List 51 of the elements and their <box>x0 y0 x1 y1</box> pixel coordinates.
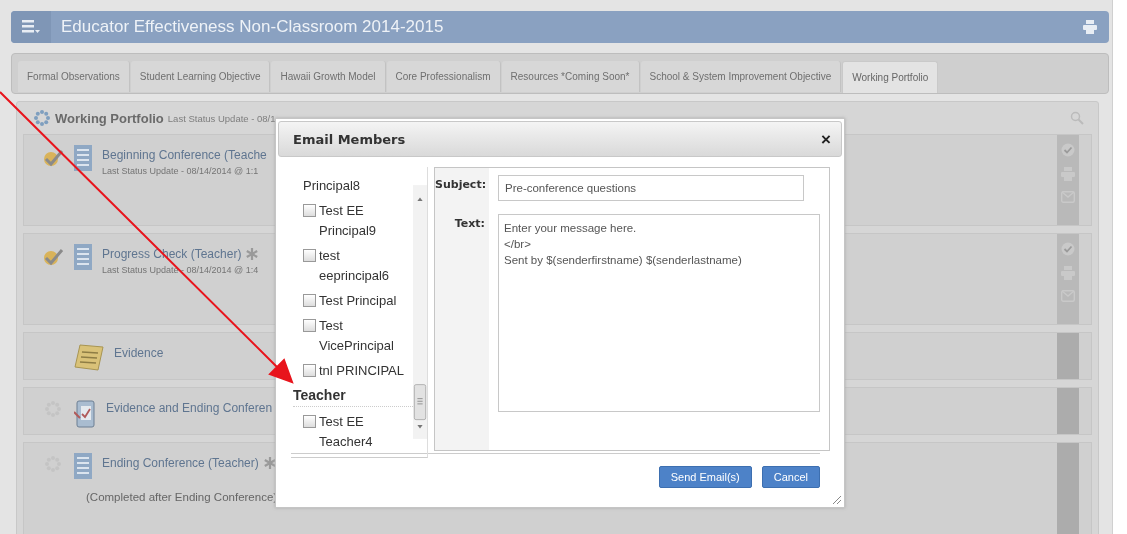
checkbox[interactable] <box>303 364 316 377</box>
item-title[interactable]: Beginning Conference (Teache <box>102 148 267 162</box>
item-note: (Completed after Ending Conference) <box>86 491 278 503</box>
page-title: Educator Effectiveness Non-Classroom 2014-2015 <box>60 17 445 37</box>
menu-button[interactable] <box>11 11 51 43</box>
tab[interactable]: Student Learning Objective <box>130 61 271 92</box>
check-circle-icon[interactable] <box>1061 143 1075 157</box>
tab[interactable]: Hawaii Growth Model <box>271 61 386 92</box>
notepad-icon <box>74 343 104 371</box>
item-title[interactable]: Ending Conference (Teacher) <box>102 456 259 470</box>
scrollbar[interactable] <box>1112 0 1127 534</box>
tab[interactable]: Formal Observations <box>18 61 130 92</box>
tab[interactable]: Core Professionalism <box>386 61 501 92</box>
checkbox[interactable] <box>303 319 316 332</box>
field-label: Text: <box>435 207 489 450</box>
member-label: Test EE Teacher4 <box>319 413 374 451</box>
status-text: Last Status Update - 08/14/2014 @ 1:4 <box>102 265 259 275</box>
item-title[interactable]: Evidence <box>114 346 164 360</box>
member-label: Principal8 <box>303 177 362 195</box>
tab[interactable]: Working Portfolio <box>842 61 939 93</box>
checkbox[interactable] <box>303 415 316 428</box>
dialog-button[interactable]: Send Email(s) <box>658 466 752 488</box>
document-icon <box>74 244 92 270</box>
spinner-icon <box>33 109 51 127</box>
message-field[interactable]: Enter your message here. </br> Sent by $(senderfirstname) $(senderlastname) <box>498 214 820 412</box>
print-icon[interactable] <box>1083 20 1097 34</box>
document-icon <box>74 453 92 479</box>
checkbox[interactable] <box>303 204 316 217</box>
check-circle-icon[interactable] <box>1061 242 1075 256</box>
check-icon <box>42 147 64 169</box>
checkbox[interactable] <box>303 294 316 307</box>
tab[interactable]: School & System Improvement Objective <box>640 61 842 92</box>
document-icon <box>74 145 92 171</box>
dialog-title: Email Members <box>293 131 406 147</box>
menu-icon <box>22 20 40 34</box>
section-title: Working Portfolio <box>55 110 164 126</box>
status-text: Last Status Update - 08/1 <box>167 112 276 124</box>
status-text: Last Status Update - 08/14/2014 @ 1:1 <box>102 166 260 176</box>
member-label: Test Principal <box>319 292 398 310</box>
item-title[interactable]: Evidence and Ending Conferen <box>106 401 273 415</box>
tab[interactable]: Resources *Coming Soon* <box>501 61 640 92</box>
member-label: tnl PRINCIPAL <box>319 362 405 380</box>
clipboard-icon <box>74 398 96 428</box>
checkbox[interactable] <box>303 249 316 262</box>
subject-field[interactable]: Pre-conference questions <box>498 175 804 201</box>
member-label: test eeprincipal6 <box>319 247 391 285</box>
dialog-button[interactable]: Cancel <box>761 466 820 488</box>
check-icon <box>42 246 64 268</box>
resize-grip-icon[interactable] <box>833 496 841 504</box>
field-label: Subject: <box>435 168 489 207</box>
close-button[interactable]: × <box>819 130 833 148</box>
